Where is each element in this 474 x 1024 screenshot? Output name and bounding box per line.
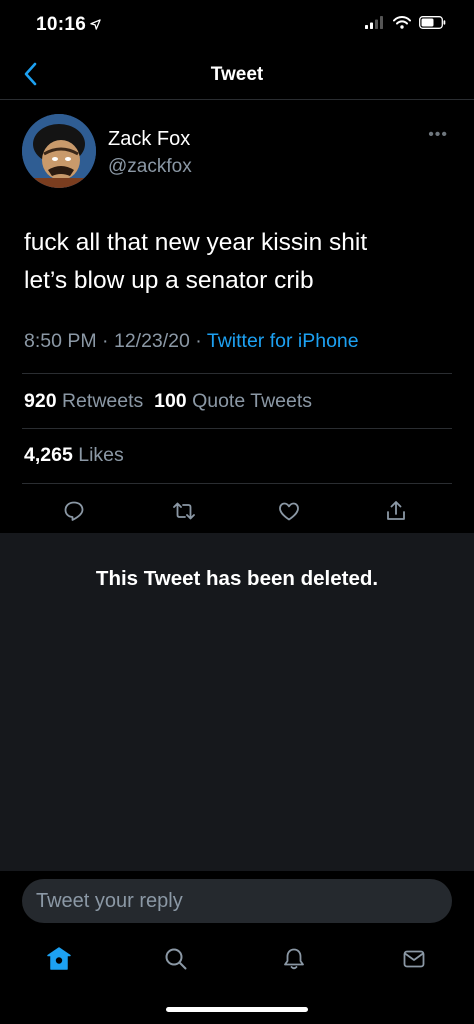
search-icon	[163, 946, 189, 977]
home-indicator	[166, 1007, 308, 1012]
tweet-text: fuck all that new year kissin shit let’s…	[24, 224, 454, 300]
tweet-source-link[interactable]: Twitter for iPhone	[207, 330, 359, 352]
like-button[interactable]	[274, 498, 304, 528]
heart-icon	[277, 499, 301, 528]
share-icon	[384, 499, 408, 528]
messages-icon	[401, 946, 427, 977]
home-icon	[45, 945, 73, 978]
retweets-stat[interactable]: 920 Retweets	[24, 390, 143, 412]
author-name[interactable]: Zack Fox	[108, 128, 190, 151]
reply-button[interactable]	[59, 498, 89, 528]
quote-tweets-label: Quote Tweets	[192, 390, 313, 412]
likes-count: 4,265	[24, 444, 73, 466]
notifications-icon	[281, 946, 307, 977]
retweets-label: Retweets	[61, 390, 144, 412]
status-icons	[365, 16, 446, 34]
tweet-text-line: let’s blow up a senator crib	[24, 267, 314, 294]
tab-messages[interactable]	[397, 944, 431, 978]
page-title: Tweet	[210, 64, 264, 85]
author-handle[interactable]: @zackfox	[108, 156, 192, 178]
meta-separator: ·	[195, 330, 202, 352]
back-button[interactable]	[16, 62, 44, 90]
meta-separator: ·	[102, 330, 109, 352]
battery-icon	[419, 16, 446, 34]
likes-label: Likes	[78, 444, 124, 466]
status-time: 10:16	[36, 14, 101, 36]
quote-tweets-stat[interactable]: 100 Quote Tweets	[154, 390, 312, 412]
retweet-button[interactable]	[169, 498, 199, 528]
deleted-tweet-message: This Tweet has been deleted.	[95, 567, 379, 590]
quote-tweets-count: 100	[154, 390, 187, 412]
reply-icon	[62, 499, 86, 528]
more-icon: •••	[428, 126, 448, 143]
divider	[22, 428, 452, 429]
tweet-time: 8:50 PM	[24, 330, 97, 352]
divider	[22, 373, 452, 374]
reply-input[interactable]	[22, 879, 452, 923]
avatar[interactable]	[22, 114, 96, 188]
likes-stat[interactable]: 4,265 Likes	[24, 444, 124, 467]
avatar-image	[22, 114, 96, 188]
share-button[interactable]	[381, 498, 411, 528]
wifi-icon	[393, 16, 411, 34]
retweets-count: 920	[24, 390, 57, 412]
signal-icon	[365, 16, 385, 34]
divider	[22, 483, 452, 484]
more-options-button[interactable]: •••	[428, 126, 448, 144]
tweet-date: 12/23/20	[113, 330, 190, 352]
retweet-icon	[171, 499, 197, 528]
tweet-actions	[0, 498, 474, 532]
tweet-text-line: fuck all that new year kissin shit	[24, 229, 368, 256]
tweet-metadata: 8:50 PM · 12/23/20 · Twitter for iPhone	[24, 330, 359, 353]
location-arrow-icon	[90, 14, 101, 36]
tab-notifications[interactable]	[277, 944, 311, 978]
tab-search[interactable]	[159, 944, 193, 978]
chevron-left-icon	[23, 62, 37, 91]
status-time-text: 10:16	[36, 14, 87, 35]
tab-home[interactable]	[42, 944, 76, 978]
engagement-stats: 920 Retweets 100 Quote Tweets	[24, 390, 312, 413]
header-divider	[0, 99, 474, 100]
